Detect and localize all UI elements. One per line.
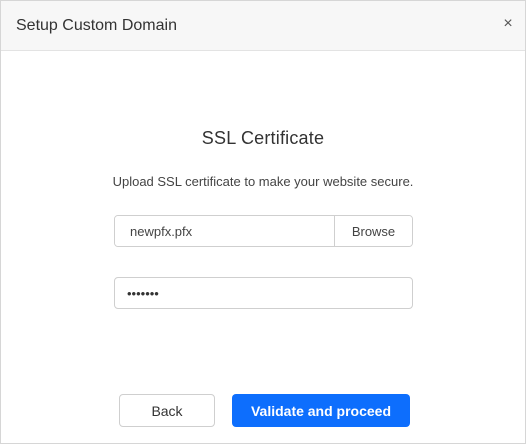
dialog-title: Setup Custom Domain: [16, 17, 177, 34]
certificate-password-input[interactable]: [114, 277, 413, 309]
validate-and-proceed-button[interactable]: Validate and proceed: [232, 394, 410, 427]
section-title: SSL Certificate: [201, 128, 325, 148]
close-icon[interactable]: ×: [499, 15, 517, 33]
section-subtitle: Upload SSL certificate to make your webs…: [112, 174, 414, 189]
setup-custom-domain-dialog: Setup Custom Domain × SSL Certificate Up…: [0, 0, 526, 444]
dialog-header: Setup Custom Domain ×: [1, 1, 525, 51]
back-button[interactable]: Back: [119, 394, 215, 427]
certificate-file-picker: Browse: [114, 215, 413, 247]
certificate-file-input[interactable]: [115, 216, 334, 246]
browse-button[interactable]: Browse: [334, 216, 412, 246]
